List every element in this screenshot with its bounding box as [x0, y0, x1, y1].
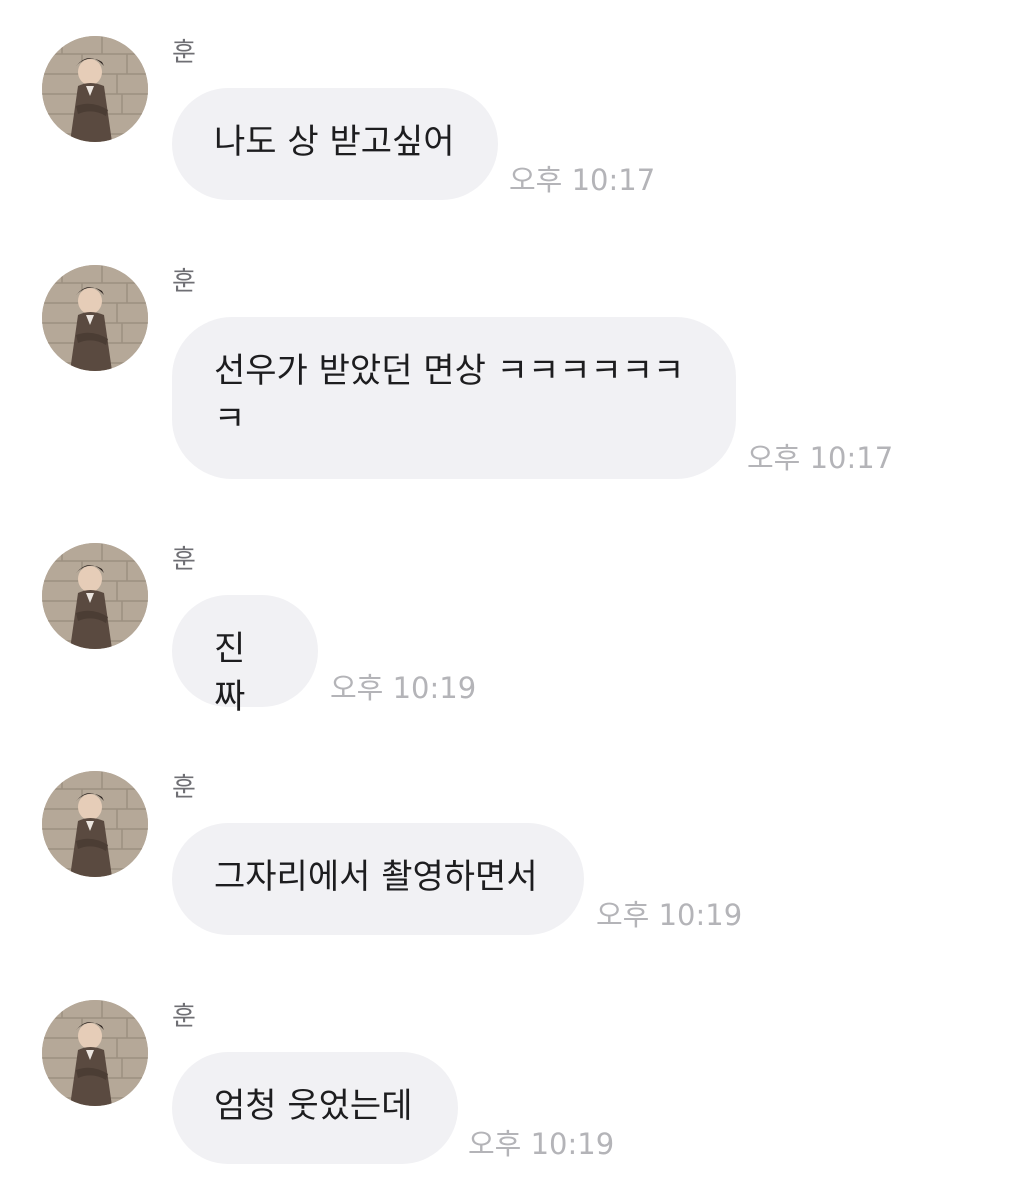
- message-bubble[interactable]: 선우가 받았던 면상 ㅋㅋㅋㅋㅋㅋ ㅋ: [172, 317, 736, 479]
- message-bubble[interactable]: 진짜: [172, 595, 318, 717]
- message-time: 오후 10:17: [747, 441, 894, 475]
- avatar-photo-icon: [42, 265, 148, 371]
- message-bubble[interactable]: 엄청 웃었는데: [172, 1052, 458, 1164]
- message-time: 오후 10:19: [468, 1127, 615, 1161]
- avatar[interactable]: [42, 265, 148, 371]
- avatar[interactable]: [42, 543, 148, 649]
- message-time: 오후 10:19: [596, 898, 743, 932]
- chat-message: 훈 엄청 웃었는데 오후 10:19: [0, 1000, 1017, 1200]
- sender-name: 훈: [172, 773, 196, 803]
- avatar-photo-icon: [42, 543, 148, 649]
- sender-name: 훈: [172, 267, 196, 297]
- sender-name: 훈: [172, 38, 196, 68]
- message-bubble[interactable]: 나도 상 받고싶어: [172, 88, 498, 200]
- avatar[interactable]: [42, 1000, 148, 1106]
- avatar[interactable]: [42, 771, 148, 877]
- message-time: 오후 10:17: [509, 163, 656, 197]
- sender-name: 훈: [172, 1002, 196, 1032]
- avatar-photo-icon: [42, 771, 148, 877]
- chat-message: 훈 그자리에서 촬영하면서 오후 10:19: [0, 771, 1017, 971]
- avatar-photo-icon: [42, 36, 148, 142]
- chat-message: 훈 선우가 받았던 면상 ㅋㅋㅋㅋㅋㅋ ㅋ 오후 10:17: [0, 265, 1017, 479]
- message-time: 오후 10:19: [330, 671, 477, 705]
- avatar[interactable]: [42, 36, 148, 142]
- message-bubble[interactable]: 그자리에서 촬영하면서: [172, 823, 584, 935]
- sender-name: 훈: [172, 545, 196, 575]
- chat-message: 훈 진짜 오후 10:19: [0, 543, 1017, 743]
- avatar-photo-icon: [42, 1000, 148, 1106]
- chat-message: 훈 나도 상 받고싶어 오후 10:17: [0, 36, 1017, 236]
